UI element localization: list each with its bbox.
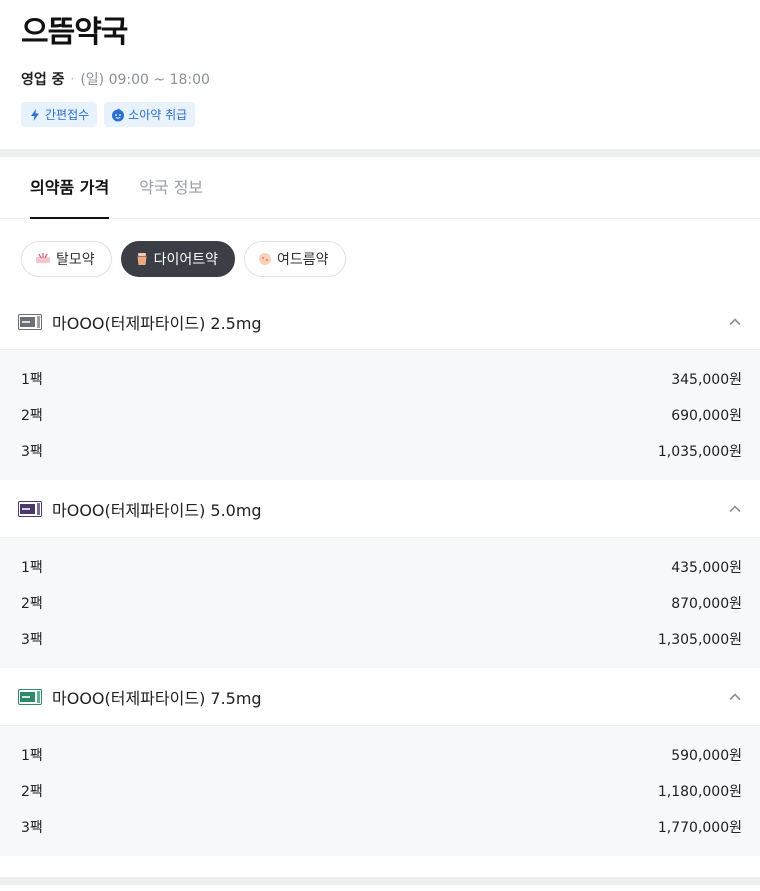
price-list: 1팩 345,000원 2팩 690,000원 3팩 1,035,000원 <box>0 350 760 480</box>
business-hours: 영업 중 · (일) 09:00 ~ 18:00 <box>21 69 739 89</box>
price-row: 2팩 1,180,000원 <box>21 773 742 809</box>
pharmacy-header: 으뜸약국 영업 중 · (일) 09:00 ~ 18:00 간편접수 소아약 취… <box>0 0 760 149</box>
product-name: 마OOO(터제파타이드) 7.5mg <box>52 688 262 708</box>
badge-label: 간편접수 <box>45 108 90 122</box>
medicine-package-icon <box>18 313 42 330</box>
pack-quantity: 3팩 <box>21 632 43 648</box>
chip-label: 여드름약 <box>277 252 329 268</box>
product-header[interactable]: 마OOO(터제파타이드) 2.5mg <box>0 294 760 350</box>
pack-price: 1,770,000원 <box>657 820 742 836</box>
hours-text: (일) 09:00 ~ 18:00 <box>80 72 210 88</box>
tab-bar: 의약품 가격 약국 정보 <box>0 157 760 219</box>
status-badge: 영업 중 <box>21 72 65 88</box>
product-name: 마OOO(터제파타이드) 5.0mg <box>52 500 262 520</box>
page-title: 으뜸약국 <box>21 15 128 50</box>
chevron-up-icon[interactable] <box>727 689 743 705</box>
pack-price: 1,180,000원 <box>657 784 742 800</box>
chevron-up-icon[interactable] <box>727 501 743 517</box>
product-header[interactable]: 마OOO(터제파타이드) 7.5mg <box>0 668 760 726</box>
section-divider <box>0 149 760 157</box>
hair-loss-icon <box>36 253 50 263</box>
separator-dot: · <box>70 72 75 86</box>
pack-price: 590,000원 <box>671 748 742 764</box>
category-chips: 탈모약 다이어트약 여드름약 <box>0 219 760 301</box>
price-row: 2팩 870,000원 <box>21 585 742 621</box>
pack-quantity: 3팩 <box>21 820 43 836</box>
pack-quantity: 2팩 <box>21 596 43 612</box>
pack-price: 1,035,000원 <box>657 444 742 460</box>
pack-quantity: 1팩 <box>21 748 43 764</box>
pack-price: 345,000원 <box>671 372 742 388</box>
badge-label: 소아약 취급 <box>128 108 188 122</box>
medicine-package-icon <box>18 500 42 517</box>
pack-quantity: 2팩 <box>21 408 43 424</box>
pack-quantity: 3팩 <box>21 444 43 460</box>
lightning-icon <box>31 108 39 121</box>
price-row: 2팩 690,000원 <box>21 397 742 433</box>
price-row: 1팩 590,000원 <box>21 737 742 773</box>
price-row: 1팩 435,000원 <box>21 549 742 585</box>
product-group: 마OOO(터제파타이드) 2.5mg 1팩 345,000원 2팩 690,00… <box>0 294 760 480</box>
product-group: 마OOO(터제파타이드) 5.0mg 1팩 435,000원 2팩 870,00… <box>0 480 760 668</box>
price-row: 3팩 1,770,000원 <box>21 809 742 845</box>
pack-price: 435,000원 <box>671 560 742 576</box>
section-divider <box>0 877 760 885</box>
pack-price: 690,000원 <box>671 408 742 424</box>
price-row: 3팩 1,035,000원 <box>21 433 742 469</box>
chip-acne[interactable]: 여드름약 <box>244 241 346 277</box>
tab-medicine-price[interactable]: 의약품 가격 <box>30 157 110 219</box>
badge-pediatric: 소아약 취급 <box>104 102 196 127</box>
chip-label: 탈모약 <box>56 252 95 268</box>
chip-label: 다이어트약 <box>153 252 219 268</box>
price-list: 1팩 590,000원 2팩 1,180,000원 3팩 1,770,000원 <box>0 726 760 856</box>
price-row: 1팩 345,000원 <box>21 361 742 397</box>
product-header[interactable]: 마OOO(터제파타이드) 5.0mg <box>0 480 760 538</box>
price-list: 1팩 435,000원 2팩 870,000원 3팩 1,305,000원 <box>0 538 760 668</box>
chevron-up-icon[interactable] <box>727 314 743 330</box>
chip-diet[interactable]: 다이어트약 <box>120 241 236 277</box>
badge-easy-reception: 간편접수 <box>21 102 98 127</box>
acne-icon <box>259 253 272 265</box>
tab-pharmacy-info[interactable]: 약국 정보 <box>139 157 203 218</box>
medicine-package-icon <box>18 688 42 705</box>
product-group: 마OOO(터제파타이드) 7.5mg 1팩 590,000원 2팩 1,180,… <box>0 668 760 856</box>
pack-quantity: 1팩 <box>21 560 43 576</box>
pack-price: 1,305,000원 <box>657 632 742 648</box>
pack-price: 870,000원 <box>671 596 742 612</box>
product-name: 마OOO(터제파타이드) 2.5mg <box>52 313 262 333</box>
feature-badges: 간편접수 소아약 취급 <box>21 102 739 127</box>
child-face-icon <box>112 108 125 121</box>
pack-quantity: 1팩 <box>21 372 43 388</box>
price-row: 3팩 1,305,000원 <box>21 621 742 657</box>
chip-hair-loss[interactable]: 탈모약 <box>21 241 112 277</box>
pack-quantity: 2팩 <box>21 784 43 800</box>
diet-icon <box>137 253 147 265</box>
